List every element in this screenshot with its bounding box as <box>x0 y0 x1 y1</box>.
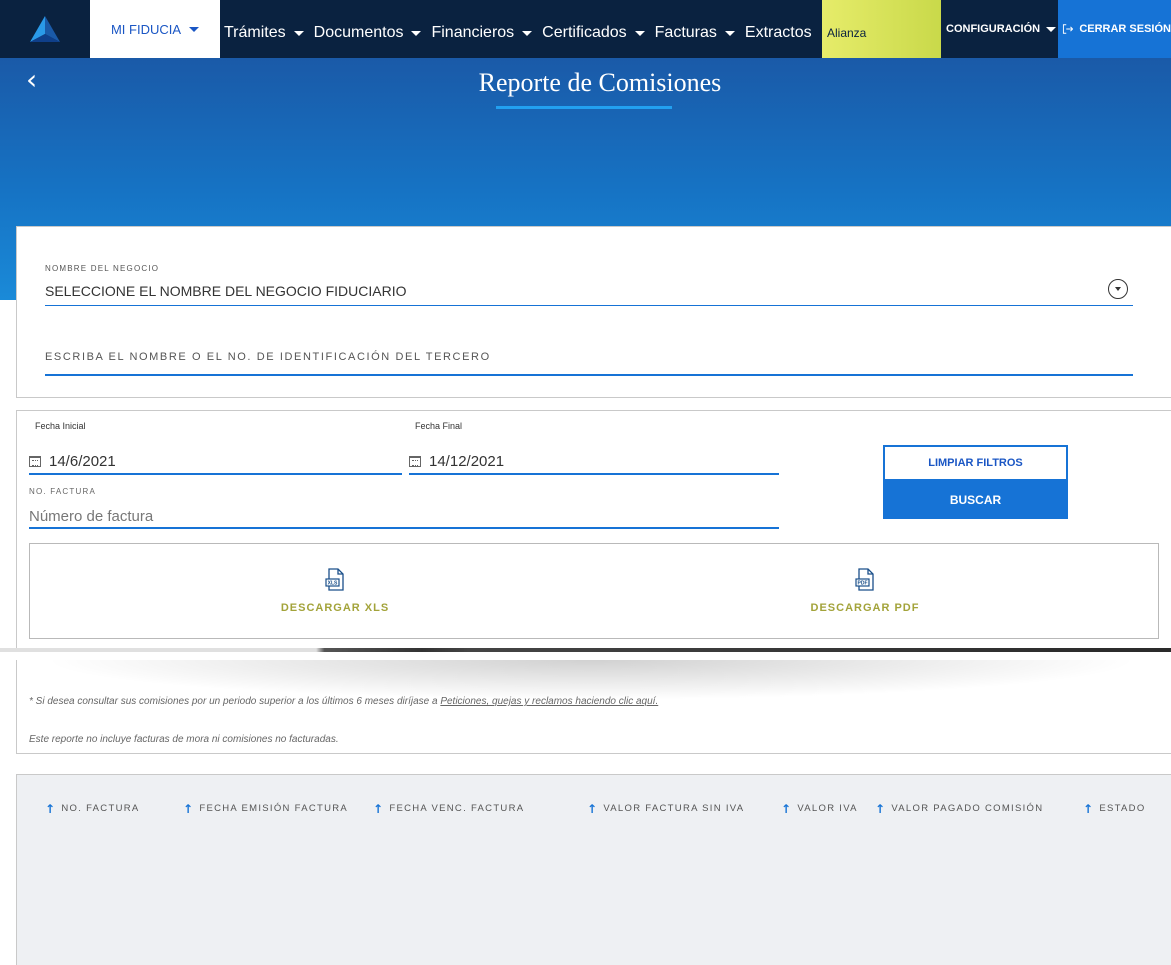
fecha-final-label: Fecha Final <box>415 421 463 431</box>
cerrar-sesion-button[interactable]: CERRAR SESIÓN <box>1058 0 1171 58</box>
menu-label: Trámites <box>224 24 286 41</box>
pqr-link[interactable]: Peticiones, quejas y reclamos haciendo c… <box>440 696 658 707</box>
divider-shadow <box>0 648 1171 652</box>
fecha-inicial-label: Fecha Inicial <box>35 421 86 431</box>
col-label: FECHA EMISIÓN FACTURA <box>199 803 349 814</box>
descargar-pdf-button[interactable]: PDF DESCARGAR PDF <box>750 544 980 638</box>
descargar-xls-label: DESCARGAR XLS <box>280 602 390 614</box>
nota-periodo-text: * Si desea consultar sus comisiones por … <box>29 696 441 707</box>
no-factura-input[interactable] <box>29 505 779 527</box>
menu-tramites[interactable]: Trámites <box>224 24 304 42</box>
chevron-down-icon <box>293 30 304 36</box>
chevron-down-icon <box>634 30 645 36</box>
chevron-down-icon <box>1115 287 1121 291</box>
main-menu: Trámites Documentos Financieros Certific… <box>224 0 822 58</box>
menu-label: Documentos <box>313 24 404 41</box>
mi-fiducia-label: MI FIDUCIA <box>110 21 182 37</box>
col-label: VALOR FACTURA SIN IVA <box>603 803 745 814</box>
card-shadow <box>41 660 1141 700</box>
col-label: VALOR IVA <box>797 803 858 814</box>
cerrar-sesion-label: CERRAR SESIÓN <box>1079 23 1171 35</box>
pdf-tag: PDF <box>858 581 868 587</box>
page-title: Reporte de Comisiones <box>478 68 722 97</box>
negocio-select[interactable]: SELECCIONE EL NOMBRE DEL NEGOCIO FIDUCIA… <box>45 283 406 299</box>
tercero-input[interactable]: ESCRIBA EL NOMBRE O EL NO. DE IDENTIFICA… <box>45 351 491 363</box>
no-factura-underline <box>29 527 779 529</box>
xls-tag: XLS <box>328 581 338 587</box>
limpiar-filtros-button[interactable]: LIMPIAR FILTROS <box>883 445 1068 481</box>
col-label: VALOR PAGADO COMISIÓN <box>891 803 1044 814</box>
sort-arrow-icon: ↑ <box>875 801 887 816</box>
descargas-box: XLS DESCARGAR XLS PDF DESCARGAR PDF <box>29 543 1159 639</box>
col-label: NO. FACTURA <box>61 803 140 814</box>
configuracion-label: CONFIGURACIÓN <box>946 23 1041 35</box>
dropdown-circle-icon[interactable] <box>1108 279 1128 299</box>
col-fecha-emision[interactable]: ↑ FECHA EMISIÓN FACTURA <box>183 801 349 816</box>
nombre-negocio-label: NOMBRE DEL NEGOCIO <box>45 264 160 273</box>
alianza-badge[interactable]: Alianza <box>822 0 941 58</box>
title-underline <box>496 106 672 109</box>
fecha-inicial-field[interactable]: 14/6/2021 <box>29 453 116 470</box>
no-factura-label: NO. FACTURA <box>29 487 96 496</box>
calendar-icon <box>409 456 421 467</box>
sort-arrow-icon: ↑ <box>373 801 385 816</box>
menu-extractos[interactable]: Extractos <box>745 24 812 42</box>
chevron-down-icon <box>724 30 735 36</box>
menu-financieros[interactable]: Financieros <box>431 24 533 42</box>
menu-label: Certificados <box>542 24 627 41</box>
col-label: FECHA VENC. FACTURA <box>389 803 525 814</box>
menu-certificados[interactable]: Certificados <box>542 24 645 42</box>
sort-arrow-icon: ↑ <box>183 801 195 816</box>
alianza-logo-icon <box>30 16 60 42</box>
chevron-down-icon <box>411 30 422 36</box>
menu-label: Facturas <box>654 24 717 41</box>
col-valor-sin-iva[interactable]: ↑ VALOR FACTURA SIN IVA <box>587 801 745 816</box>
sort-arrow-icon: ↑ <box>587 801 599 816</box>
logout-icon <box>1062 24 1074 34</box>
notas-card: * Si desea consultar sus comisiones por … <box>16 660 1171 754</box>
xls-file-icon: XLS <box>325 568 344 591</box>
fecha-inicial-value: 14/6/2021 <box>49 453 116 470</box>
fecha-final-value: 14/12/2021 <box>429 453 505 470</box>
tercero-underline <box>45 374 1133 376</box>
pdf-file-icon: PDF <box>855 568 874 591</box>
menu-documentos[interactable]: Documentos <box>314 24 422 42</box>
fecha-inicial-underline <box>29 473 402 475</box>
filtros-card: Fecha Inicial 14/6/2021 Fecha Final 14/1… <box>16 410 1171 650</box>
col-label: ESTADO <box>1099 803 1146 814</box>
mi-fiducia-menu[interactable]: MI FIDUCIA <box>90 0 220 58</box>
menu-label: Extractos <box>744 24 812 41</box>
buscar-button[interactable]: BUSCAR <box>883 481 1068 519</box>
col-fecha-vencimiento[interactable]: ↑ FECHA VENC. FACTURA <box>373 801 525 816</box>
fecha-final-underline <box>409 473 779 475</box>
brand-logo[interactable] <box>0 0 90 58</box>
sort-arrow-icon: ↑ <box>45 801 57 816</box>
chevron-down-icon <box>189 26 200 32</box>
sort-arrow-icon: ↑ <box>781 801 793 816</box>
comisiones-table: ↑ NO. FACTURA ↑ FECHA EMISIÓN FACTURA ↑ … <box>16 774 1171 965</box>
col-valor-iva[interactable]: ↑ VALOR IVA <box>781 801 858 816</box>
calendar-icon <box>29 456 41 467</box>
top-navbar: MI FIDUCIA Trámites Documentos Financier… <box>0 0 1171 58</box>
menu-facturas[interactable]: Facturas <box>655 24 735 42</box>
col-estado[interactable]: ↑ ESTADO <box>1083 801 1146 816</box>
configuracion-menu[interactable]: CONFIGURACIÓN <box>941 0 1058 58</box>
chevron-down-icon <box>522 30 533 36</box>
menu-label: Financieros <box>431 24 515 41</box>
negocio-underline <box>45 305 1133 306</box>
descargar-pdf-label: DESCARGAR PDF <box>810 602 920 614</box>
sort-arrow-icon: ↑ <box>1083 801 1095 816</box>
descargar-xls-button[interactable]: XLS DESCARGAR XLS <box>220 544 450 638</box>
chevron-down-icon <box>1046 26 1057 32</box>
nota-periodo: * Si desea consultar sus comisiones por … <box>29 696 658 707</box>
col-valor-pagado[interactable]: ↑ VALOR PAGADO COMISIÓN <box>875 801 1044 816</box>
col-no-factura[interactable]: ↑ NO. FACTURA <box>45 801 140 816</box>
nota-exclusiones: Este reporte no incluye facturas de mora… <box>29 734 339 745</box>
fecha-final-field[interactable]: 14/12/2021 <box>409 453 504 470</box>
negocio-card: NOMBRE DEL NEGOCIO SELECCIONE EL NOMBRE … <box>16 226 1171 398</box>
